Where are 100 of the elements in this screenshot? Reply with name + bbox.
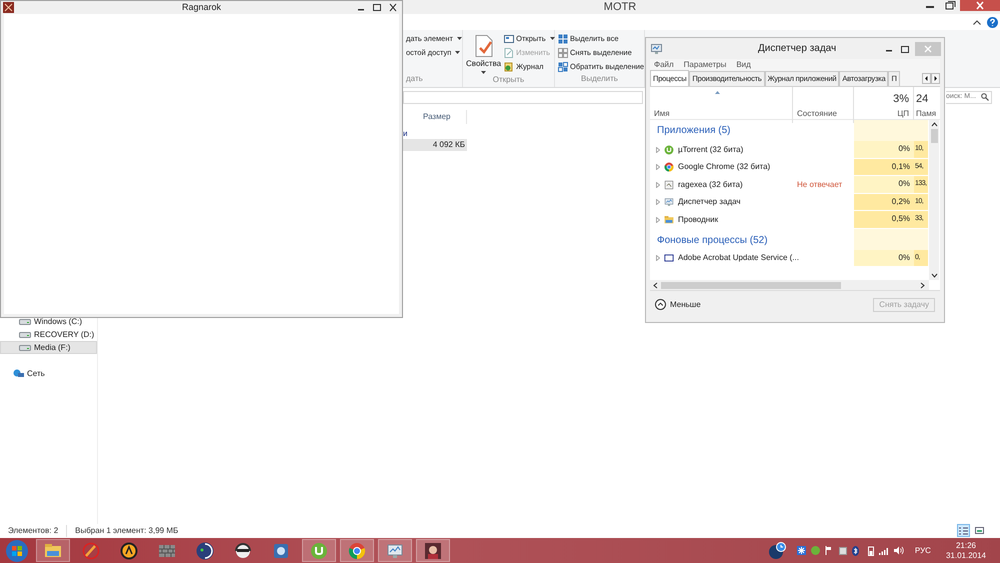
- window-icon: [664, 253, 674, 264]
- cpu-cell: 0%: [854, 250, 914, 267]
- vertical-scrollbar[interactable]: [929, 120, 939, 280]
- checker-grid-icon: [558, 62, 568, 72]
- monitor-icon: [664, 197, 674, 208]
- flag-icon[interactable]: [824, 546, 834, 555]
- chrome-icon: [348, 542, 366, 560]
- expand-arrow-icon: [656, 216, 660, 223]
- memory-cell: [914, 120, 928, 141]
- network-icon: [13, 368, 24, 378]
- volume-icon[interactable]: [894, 546, 904, 555]
- maximize-icon[interactable]: [370, 2, 384, 13]
- cpu-cell: 0,2%: [854, 194, 914, 211]
- sort-arrow-icon: [714, 91, 720, 94]
- cpu-cell: 0%: [854, 176, 914, 194]
- nav-item[interactable]: Media (F:): [0, 341, 97, 354]
- expand-arrow-icon: [656, 182, 660, 188]
- properties-button[interactable]: Свойства: [466, 33, 502, 74]
- app-window-icon: [664, 180, 674, 190]
- monitor-icon: [651, 44, 662, 54]
- scroll-down-icon: [930, 273, 938, 278]
- window-title: MOTR: [604, 0, 636, 15]
- search-icon: [981, 93, 989, 101]
- scroll-up-icon: [930, 122, 938, 127]
- caret-icon: [456, 37, 462, 40]
- process-name: ragexea (32 бита): [678, 178, 743, 191]
- scroll-left-icon: [653, 282, 658, 288]
- address-field[interactable]: [403, 90, 643, 104]
- folder-icon: [44, 542, 62, 560]
- scroll-left-icon[interactable]: [922, 73, 931, 84]
- nav-item[interactable]: Сеть: [0, 367, 97, 380]
- fewer-details-button[interactable]: Меньше: [655, 298, 701, 310]
- file-row[interactable]: 4 092 КБ: [403, 139, 467, 151]
- memory-cell: [914, 228, 928, 250]
- menu-item[interactable]: Параметры: [684, 59, 726, 71]
- page-icon: [504, 48, 514, 58]
- scrollbar-thumb[interactable]: [930, 129, 938, 143]
- clock[interactable]: 21:26 31.01.2014: [946, 540, 986, 560]
- process-name: Проводник: [678, 214, 718, 226]
- battery-icon[interactable]: [868, 546, 874, 556]
- game-window[interactable]: Ragnarok: [0, 0, 403, 318]
- page-check-icon: [474, 35, 493, 57]
- app-icon: [3, 2, 14, 13]
- clock-icon[interactable]: [768, 542, 786, 560]
- status-text: Выбран 1 элемент: 3,99 МБ: [66, 525, 178, 537]
- help-icon[interactable]: [987, 16, 998, 28]
- taskbar-button[interactable]: [416, 539, 450, 562]
- group-label: Открыть: [492, 74, 526, 86]
- caret-icon: [455, 51, 460, 54]
- group-header[interactable]: Фоновые процессы (52): [650, 232, 768, 248]
- grid-icon: [558, 34, 568, 44]
- group-header[interactable]: Приложения (5): [650, 123, 731, 138]
- disc-icon: [196, 542, 214, 560]
- details-view-button[interactable]: [957, 524, 970, 537]
- menu-item[interactable]: Файл: [654, 59, 674, 71]
- group-header: и: [403, 129, 408, 139]
- nav-item[interactable]: RECOVERY (D:): [0, 328, 97, 341]
- status-text: Элементов: 2: [8, 525, 58, 537]
- collapse-icon: [973, 20, 981, 24]
- expand-arrow-icon: [656, 146, 660, 153]
- chrome-icon: [664, 162, 674, 172]
- windows-logo-icon[interactable]: [5, 538, 29, 562]
- process-status: Не отвечает: [797, 178, 842, 191]
- cpu-cell: [854, 120, 914, 141]
- utorrent-icon: [310, 542, 328, 560]
- signal-icon[interactable]: [878, 546, 889, 554]
- folder-icon: [664, 214, 674, 225]
- scroll-right-icon: [920, 282, 925, 288]
- caret-icon: [481, 71, 486, 74]
- process-name: Google Chrome (32 бита): [678, 161, 770, 174]
- language-indicator[interactable]: РУС: [914, 544, 931, 556]
- column-header[interactable]: 24 Памя: [914, 87, 940, 122]
- thumbnails-view-button[interactable]: [973, 524, 986, 537]
- column-header[interactable]: Состояние: [793, 87, 854, 122]
- expand-arrow-icon: [656, 199, 660, 206]
- horizontal-scrollbar[interactable]: [650, 280, 929, 290]
- scroll-right-icon[interactable]: [931, 73, 940, 84]
- ring-logo-icon: [120, 542, 138, 560]
- scrollbar-thumb[interactable]: [661, 282, 841, 288]
- square-icon[interactable]: [838, 546, 847, 554]
- speaker-icon: [272, 542, 290, 560]
- window-icon: [504, 34, 514, 44]
- menu-item[interactable]: Вид: [736, 59, 751, 71]
- cpu-cell: 0,1%: [854, 158, 914, 176]
- bluetooth-icon[interactable]: [852, 546, 859, 556]
- expand-arrow-icon: [656, 255, 660, 262]
- column-header[interactable]: Имя: [650, 87, 793, 122]
- utorrent-icon: [664, 144, 674, 155]
- task-manager-window[interactable]: [645, 37, 945, 323]
- pencil-icon: [82, 542, 100, 560]
- expand-arrow-icon: [656, 164, 660, 170]
- chevron-up-icon: [655, 299, 666, 310]
- snowflake-icon[interactable]: [796, 546, 806, 555]
- grid-outline-icon: [558, 48, 568, 58]
- nav-item[interactable]: Windows (C:): [0, 315, 97, 328]
- game-art-icon: [424, 542, 442, 560]
- monitor-icon: [386, 542, 404, 560]
- caret-icon: [550, 37, 555, 40]
- journal-icon: [504, 62, 514, 72]
- maximize-icon[interactable]: [899, 44, 911, 54]
